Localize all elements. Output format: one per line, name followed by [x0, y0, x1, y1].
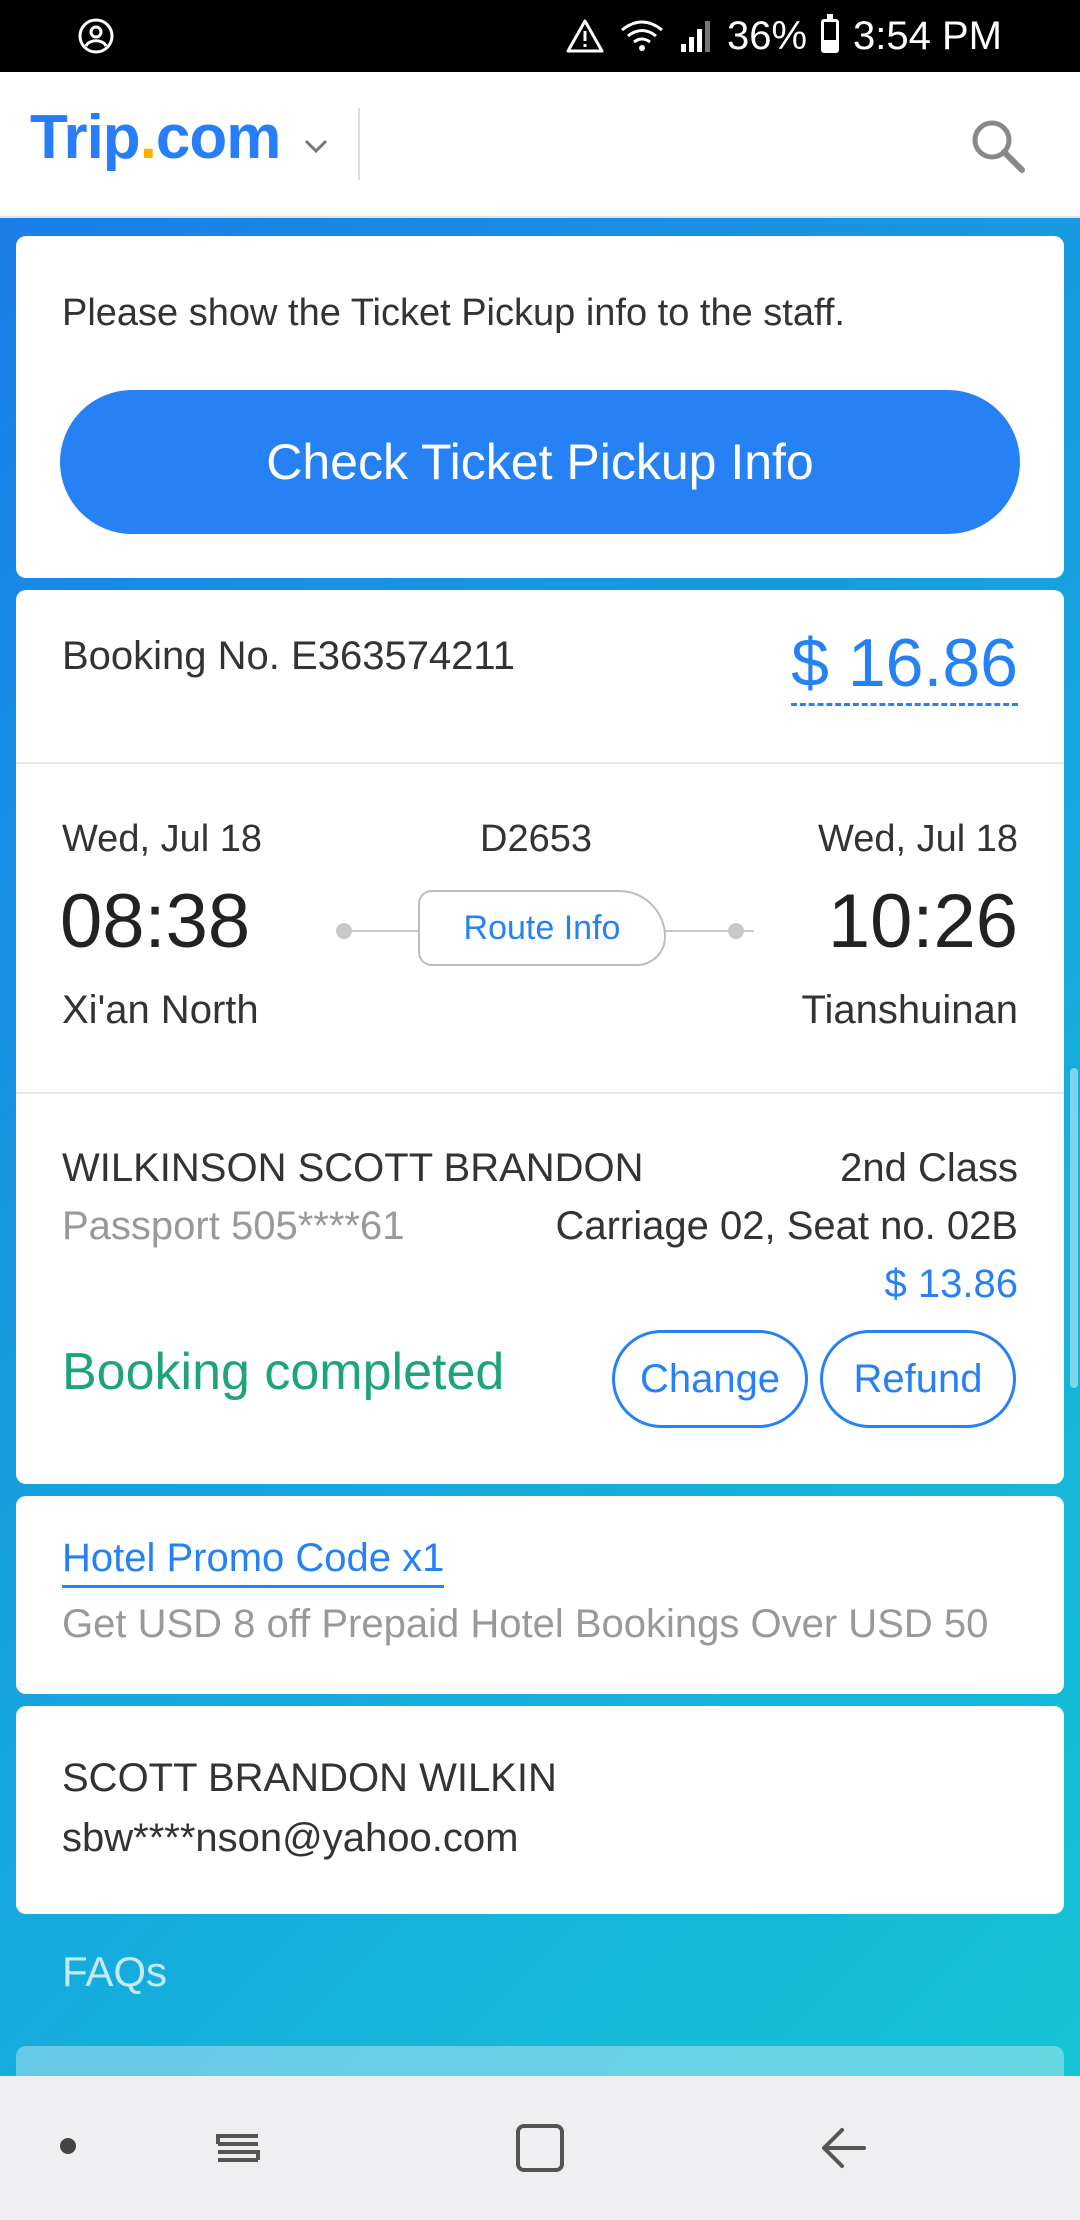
- home-icon[interactable]: [508, 2116, 572, 2180]
- battery-percent: 36%: [726, 13, 808, 58]
- promo-card: Hotel Promo Code x1 Get USD 8 off Prepai…: [16, 1496, 1064, 1694]
- dot-icon[interactable]: [60, 2138, 76, 2154]
- route-info-button[interactable]: Route Info: [418, 890, 666, 966]
- contact-name: SCOTT BRANDON WILKIN: [62, 1756, 557, 1800]
- promo-description: Get USD 8 off Prepaid Hotel Bookings Ove…: [62, 1602, 989, 1646]
- route-end-dot: [728, 923, 744, 939]
- chevron-down-icon[interactable]: [302, 132, 330, 160]
- arrival-date: Wed, Jul 18: [818, 818, 1018, 860]
- departure-date: Wed, Jul 18: [62, 818, 262, 860]
- scrollbar[interactable]: [1070, 1068, 1078, 1388]
- faqs-heading: FAQs: [62, 1948, 168, 1995]
- app-header: Trip.com: [0, 72, 1080, 218]
- hotel-promo-link[interactable]: Hotel Promo Code x1: [62, 1536, 445, 1588]
- route-start-dot: [336, 923, 352, 939]
- ticket-price: $ 13.86: [884, 1262, 1018, 1306]
- divider: [16, 1092, 1064, 1094]
- system-nav-bar: [0, 2076, 1080, 2220]
- change-button[interactable]: Change: [612, 1330, 808, 1428]
- booking-status: Booking completed: [62, 1343, 505, 1401]
- signal-icon: [680, 21, 710, 52]
- arrival-station: Tianshuinan: [801, 988, 1018, 1032]
- order-detail-content[interactable]: Please show the Ticket Pickup info to th…: [0, 218, 1080, 2076]
- train-number: D2653: [480, 818, 592, 860]
- wifi-icon: [621, 20, 663, 51]
- header-divider: [358, 108, 360, 180]
- contact-card: SCOTT BRANDON WILKIN sbw****nson@yahoo.c…: [16, 1706, 1064, 1914]
- status-bar: 36% 3:54 PM: [0, 0, 1080, 72]
- passenger-passport: Passport 505****61: [62, 1204, 405, 1248]
- check-ticket-pickup-button[interactable]: Check Ticket Pickup Info: [60, 390, 1020, 534]
- arrival-time: 10:26: [827, 879, 1018, 964]
- account-circle-icon: [78, 18, 114, 54]
- booking-number: Booking No. E363574211: [62, 634, 515, 678]
- total-price[interactable]: $ 16.86: [791, 626, 1018, 706]
- search-icon[interactable]: [966, 114, 1030, 178]
- departure-station: Xi'an North: [62, 988, 259, 1032]
- faq-card[interactable]: [16, 2046, 1064, 2076]
- battery-icon: [821, 14, 840, 53]
- seat-info: Carriage 02, Seat no. 02B: [555, 1204, 1018, 1248]
- pickup-instruction: Please show the Ticket Pickup info to th…: [62, 292, 845, 334]
- passenger-name: WILKINSON SCOTT BRANDON: [62, 1146, 644, 1190]
- back-icon[interactable]: [812, 2116, 876, 2180]
- ticket-pickup-card: Please show the Ticket Pickup info to th…: [16, 236, 1064, 578]
- refund-button[interactable]: Refund: [820, 1330, 1016, 1428]
- warning-icon: [566, 19, 604, 53]
- departure-time: 08:38: [60, 879, 251, 964]
- recent-apps-icon[interactable]: [206, 2116, 270, 2180]
- trip-logo[interactable]: Trip.com: [30, 102, 281, 173]
- booking-card: Booking No. E363574211 $ 16.86 Wed, Jul …: [16, 590, 1064, 1484]
- seat-class: 2nd Class: [840, 1146, 1018, 1190]
- contact-email: sbw****nson@yahoo.com: [62, 1816, 519, 1860]
- divider: [16, 762, 1064, 764]
- clock: 3:54 PM: [853, 13, 1002, 58]
